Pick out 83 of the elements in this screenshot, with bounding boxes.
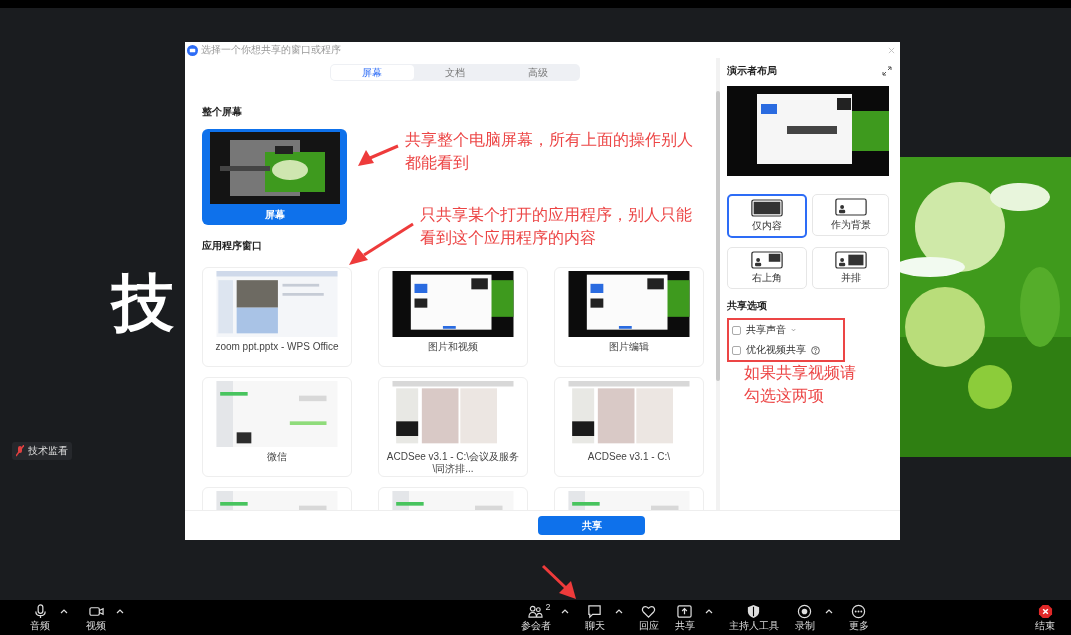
arrow bbox=[541, 564, 576, 599]
layout-option[interactable]: 作为背景 bbox=[812, 194, 889, 236]
slide-text: 技 bbox=[112, 272, 174, 334]
screen-person-icon bbox=[834, 198, 867, 216]
video-icon bbox=[88, 604, 104, 619]
section-heading: 应用程序窗口 bbox=[202, 239, 263, 253]
panel-heading: 共享选项 bbox=[727, 299, 768, 313]
reactions-icon bbox=[641, 604, 656, 619]
caret-icon[interactable] bbox=[614, 609, 623, 614]
record-icon bbox=[797, 604, 812, 619]
toolbar-label: 视频 bbox=[86, 620, 106, 632]
layout-option[interactable]: 仅内容 bbox=[727, 194, 807, 238]
toolbar-label: 主持人工具 bbox=[728, 620, 779, 632]
close-icon bbox=[1037, 604, 1053, 619]
screen-tile-label: 屏幕 bbox=[264, 208, 285, 222]
muted-mic-icon bbox=[16, 445, 24, 457]
share-icon bbox=[677, 604, 692, 619]
arrow bbox=[349, 222, 414, 265]
screen-person-icon bbox=[834, 251, 867, 269]
toolbar-label: 音频 bbox=[30, 620, 50, 632]
help-icon[interactable] bbox=[811, 345, 820, 355]
checkbox[interactable] bbox=[732, 325, 741, 335]
tab[interactable]: 高级 bbox=[496, 65, 579, 80]
participant-name: 技术监看 bbox=[28, 444, 68, 458]
more-icon bbox=[851, 604, 866, 619]
annotation-text: 共享整个电脑屏幕，所有上面的操作别人都能看到 bbox=[405, 130, 694, 173]
app-window-tile[interactable]: ACDSee v3.1 - C:\会议及服务\同济排... bbox=[378, 377, 528, 477]
toolbar-label: 录制 bbox=[794, 620, 815, 632]
panel-heading: 演示者布局 bbox=[727, 64, 777, 78]
layout-option[interactable]: 并排 bbox=[812, 247, 889, 289]
arrow bbox=[358, 144, 399, 166]
annotation-text: 如果共享视频请勾选这两项 bbox=[744, 363, 857, 406]
app-window-tile[interactable]: 图片编辑 bbox=[554, 267, 704, 367]
section-heading: 整个屏幕 bbox=[202, 105, 243, 119]
caret-icon[interactable] bbox=[824, 609, 833, 614]
checkbox[interactable] bbox=[732, 345, 741, 355]
app-window-label: ACDSee v3.1 - C:\ bbox=[586, 451, 672, 463]
app-window-label: 图片编辑 bbox=[608, 341, 650, 353]
mic-icon bbox=[32, 604, 48, 619]
app-window-label: zoom ppt.pptx - WPS Office bbox=[214, 341, 340, 353]
chat-button[interactable]: 聊天 bbox=[584, 604, 605, 632]
toolbar-label: 更多 bbox=[848, 620, 869, 632]
video-button[interactable]: 视频 bbox=[86, 604, 106, 632]
caret-icon[interactable] bbox=[704, 609, 713, 614]
scrollbar[interactable] bbox=[716, 58, 720, 510]
option-label: 共享声音 bbox=[746, 323, 786, 337]
toolbar-label: 结束 bbox=[1035, 620, 1055, 632]
layout-option[interactable]: 右上角 bbox=[727, 247, 807, 289]
record-button[interactable]: 录制 bbox=[794, 604, 815, 632]
caret-icon[interactable] bbox=[116, 609, 124, 614]
toolbar-label: 共享 bbox=[674, 620, 695, 632]
screen-icon bbox=[751, 199, 783, 217]
participants-icon bbox=[528, 604, 543, 619]
chevron-icon[interactable] bbox=[791, 328, 796, 332]
end-button[interactable]: 结束 bbox=[1035, 604, 1055, 632]
expand-icon[interactable] bbox=[882, 66, 892, 76]
toolbar-label: 参会者 bbox=[520, 620, 551, 632]
toolbar-label: 回应 bbox=[638, 620, 659, 632]
participant-count: 2 bbox=[545, 602, 551, 612]
app-window-label: 微信 bbox=[266, 451, 288, 463]
chat-icon bbox=[587, 604, 602, 619]
option-label: 优化视频共享 bbox=[746, 343, 806, 357]
tab[interactable]: 屏幕 bbox=[331, 65, 414, 80]
reactions-button[interactable]: 回应 bbox=[638, 604, 659, 632]
share-button[interactable]: 共享 bbox=[674, 604, 695, 632]
app-window-tile[interactable]: ACDSee v3.1 - C:\ bbox=[554, 377, 704, 477]
annotation-text: 只共享某个打开的应用程序，别人只能看到这个应用程序的内容 bbox=[420, 205, 693, 248]
app-window-tile[interactable]: 微信 bbox=[202, 377, 352, 477]
screen-person-icon bbox=[751, 251, 783, 269]
mic-button[interactable]: 音频 bbox=[30, 604, 50, 632]
more-button[interactable]: 更多 bbox=[848, 604, 869, 632]
app-window-tile[interactable]: zoom ppt.pptx - WPS Office bbox=[202, 267, 352, 367]
host-button[interactable]: 主持人工具 bbox=[728, 604, 779, 632]
app-window-label: ACDSee v3.1 - C:\会议及服务\同济排... bbox=[385, 451, 521, 475]
tab[interactable]: 文档 bbox=[413, 65, 497, 80]
caret-icon[interactable] bbox=[60, 609, 68, 614]
share-button[interactable]: 共享 bbox=[538, 516, 645, 535]
app-window-tile[interactable]: 图片和视频 bbox=[378, 267, 528, 367]
screen-tile[interactable]: 屏幕 bbox=[202, 129, 347, 225]
app-window-label: 图片和视频 bbox=[427, 341, 479, 353]
caret-icon[interactable] bbox=[560, 609, 569, 614]
participants-button[interactable]: 2 参会者 bbox=[520, 604, 551, 632]
toolbar-label: 聊天 bbox=[584, 620, 605, 632]
